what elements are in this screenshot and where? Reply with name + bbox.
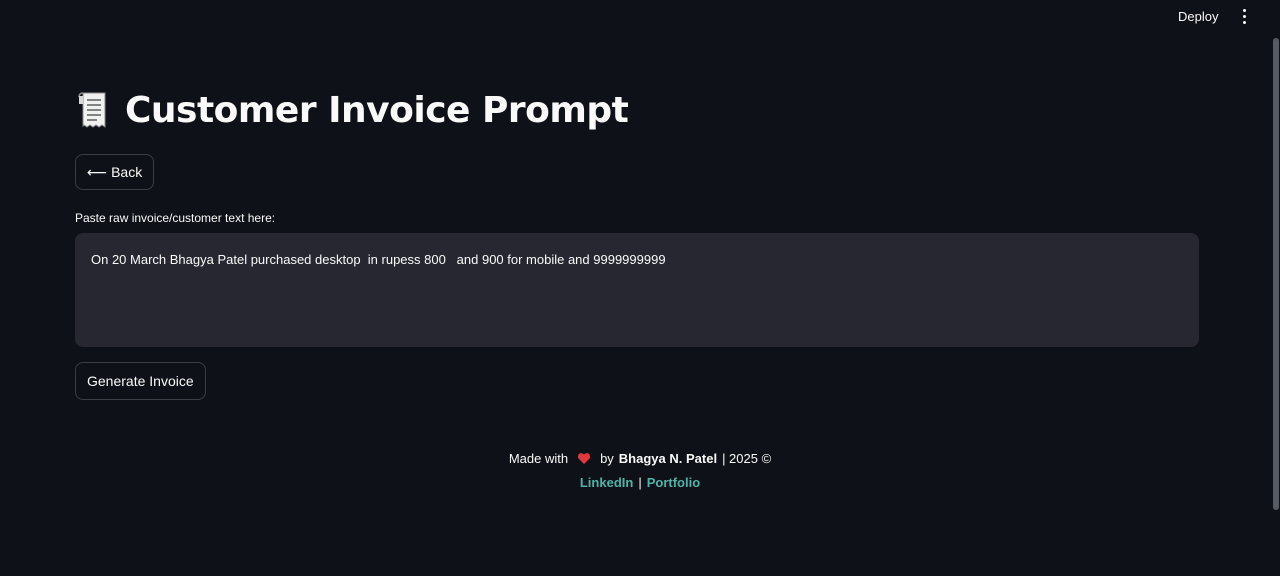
back-button-label: Back	[111, 164, 143, 180]
kebab-menu-icon[interactable]	[1236, 6, 1254, 26]
scrollbar[interactable]	[1273, 38, 1279, 510]
receipt-icon	[78, 91, 106, 128]
title-row: Customer Invoice Prompt	[77, 90, 629, 131]
portfolio-link[interactable]: Portfolio	[647, 475, 700, 490]
top-toolbar: Deploy	[0, 0, 1280, 32]
footer-links: LinkedIn | Portfolio	[0, 475, 1280, 490]
by-text: by	[600, 450, 614, 466]
page-title: Customer Invoice Prompt	[125, 90, 629, 131]
footer: Made with by Bhagya N. Patel | 2025 © Li…	[0, 449, 1280, 491]
footer-credit: Made with by Bhagya N. Patel | 2025 ©	[0, 449, 1280, 467]
left-arrow-icon: ⟵	[87, 163, 108, 180]
heart-icon	[577, 452, 591, 464]
invoice-text-area[interactable]: On 20 March Bhagya Patel purchased deskt…	[75, 233, 1199, 347]
linkedin-link[interactable]: LinkedIn	[580, 475, 633, 490]
generate-invoice-button[interactable]: Generate Invoice	[75, 362, 206, 400]
made-with-text: Made with	[508, 450, 569, 466]
invoice-text-label: Paste raw invoice/customer text here:	[75, 211, 276, 225]
year-text: | 2025 ©	[722, 450, 772, 466]
link-separator: |	[638, 475, 642, 490]
back-button[interactable]: ⟵ Back	[75, 154, 155, 190]
author-name: Bhagya N. Patel	[618, 450, 718, 466]
deploy-button[interactable]: Deploy	[1170, 6, 1226, 27]
